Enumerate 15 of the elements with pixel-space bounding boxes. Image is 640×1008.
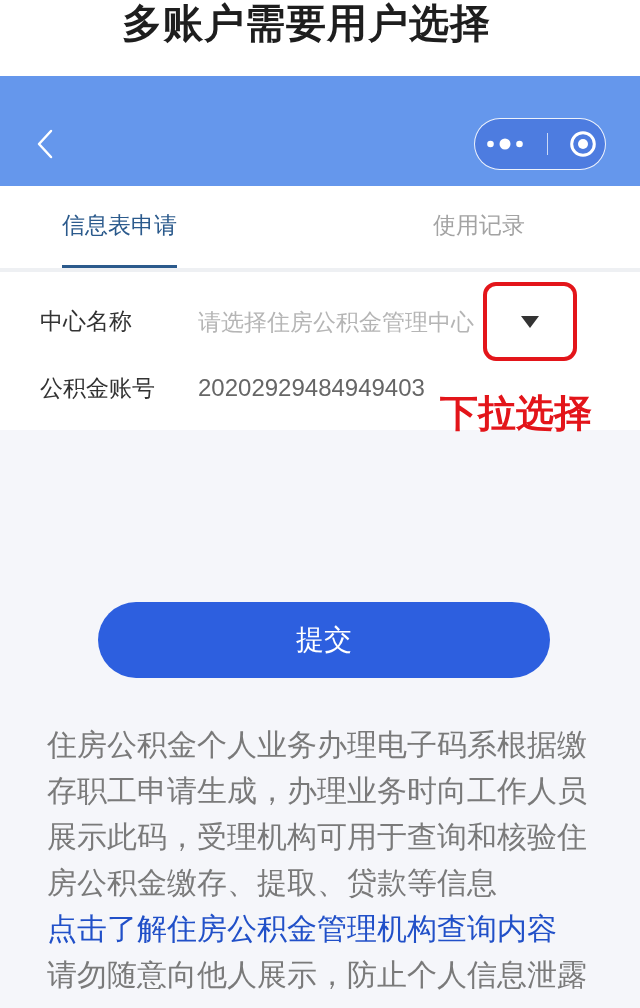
dropdown-arrow-icon[interactable] bbox=[521, 315, 539, 328]
notice-paragraph: 住房公积金个人业务办理电子码系根据缴存职工申请生成，办理业务时向工作人员展示此码，受理机构可用于查询和核验住房公积金缴存、提取、贷款等信息 bbox=[47, 726, 588, 902]
annotation-label: 下拉选择 bbox=[440, 391, 592, 435]
back-icon[interactable] bbox=[36, 128, 54, 159]
account-number: 20202929484949403 bbox=[198, 374, 425, 402]
submit-button[interactable]: 提交 bbox=[98, 602, 550, 678]
tab[interactable]: 信息表申请 bbox=[62, 186, 177, 268]
info-link[interactable]: 点击了解住房公积金管理机构查询内容 bbox=[47, 906, 600, 952]
notice-paragraph: 请勿随意向他人展示，防止个人信息泄露 bbox=[47, 956, 588, 994]
ring-dot-icon[interactable] bbox=[570, 130, 596, 157]
more-icon[interactable] bbox=[487, 136, 523, 151]
page-heading: 多账户需要用户选择 bbox=[121, 0, 491, 48]
center-select-field[interactable]: 请选择住房公积金管理中心 bbox=[198, 305, 483, 338]
field-label: 中心名称 bbox=[40, 307, 133, 336]
field-label: 公积金账号 bbox=[40, 373, 156, 403]
